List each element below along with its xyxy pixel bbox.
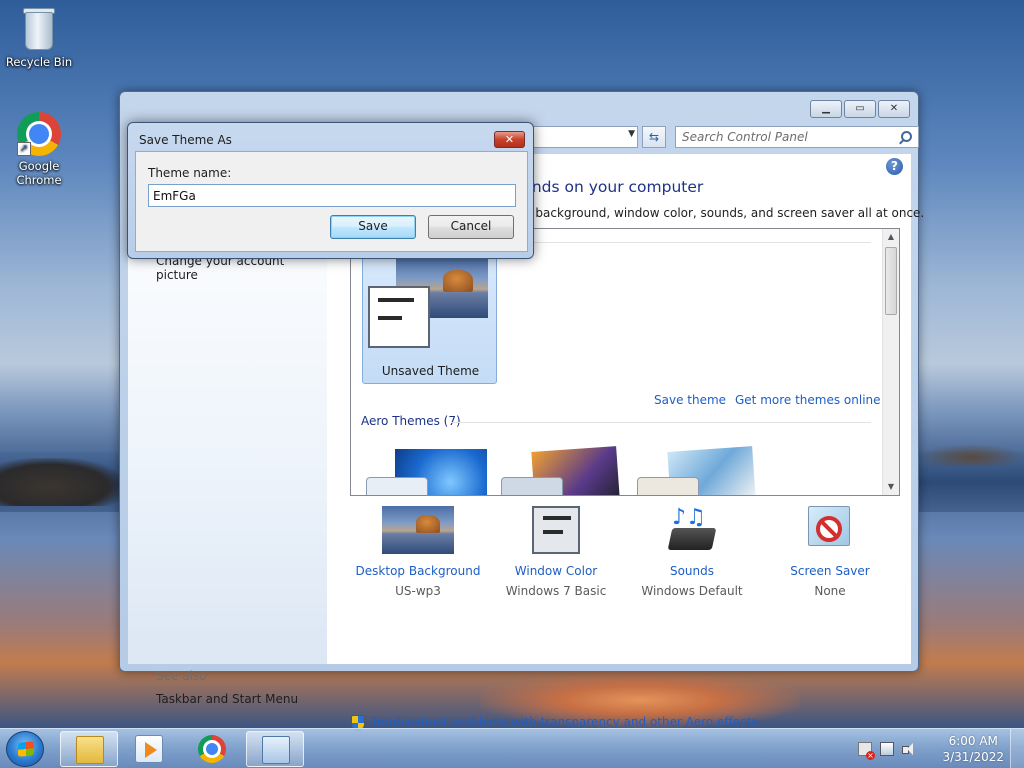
desktop-icon-google-chrome[interactable]: ➚ Google Chrome xyxy=(3,112,75,187)
scroll-up-icon[interactable]: ▲ xyxy=(883,229,899,245)
sounds-link[interactable]: Sounds xyxy=(622,564,762,578)
minimize-button[interactable]: ▁ xyxy=(810,100,842,118)
window-color-setting[interactable]: Window Color Windows 7 Basic xyxy=(486,506,626,598)
refresh-button[interactable]: ⇆ xyxy=(642,126,666,148)
start-button[interactable] xyxy=(6,731,44,767)
sounds-icon: ♪♫ xyxy=(666,506,718,558)
desktop-icon-label: Recycle Bin xyxy=(5,55,73,69)
cancel-button[interactable]: Cancel xyxy=(428,215,514,239)
aero-theme-windows7[interactable] xyxy=(366,449,491,495)
theme-list-scrollbar[interactable]: ▲ ▼ xyxy=(882,229,899,495)
windows-logo-icon xyxy=(18,741,34,757)
speaker-icon[interactable] xyxy=(902,742,916,756)
theme-name-input[interactable] xyxy=(148,184,516,207)
aero-theme-architecture[interactable] xyxy=(501,446,626,495)
search-input[interactable]: Search Control Panel xyxy=(675,126,919,148)
screen-saver-setting[interactable]: Screen Saver None xyxy=(760,506,900,598)
save-theme-dialog: Save Theme As ✕ Theme name: Save Cancel xyxy=(127,122,534,259)
dialog-body: Theme name: Save Cancel xyxy=(135,151,528,252)
unsaved-theme-tile[interactable]: Unsaved Theme xyxy=(362,249,497,384)
wallpaper-rocks-left xyxy=(0,458,125,506)
sounds-setting[interactable]: ♪♫ Sounds Windows Default xyxy=(622,506,762,599)
clock-date: 3/31/2022 xyxy=(942,750,1004,764)
action-center-flag-icon[interactable] xyxy=(858,742,875,760)
dialog-close-button[interactable]: ✕ xyxy=(494,131,525,148)
page-description: p background, window color, sounds, and … xyxy=(524,206,925,220)
folder-icon xyxy=(76,736,104,764)
aero-themes-group-label: Aero Themes (7) xyxy=(361,414,461,428)
rock-image xyxy=(443,270,473,292)
clock-time: 6:00 AM xyxy=(948,734,998,748)
control-panel-icon xyxy=(262,736,290,764)
scroll-thumb[interactable] xyxy=(885,247,897,315)
taskbar-start-menu-link[interactable]: Taskbar and Start Menu xyxy=(156,692,298,706)
save-theme-link[interactable]: Save theme xyxy=(654,393,726,407)
search-placeholder: Search Control Panel xyxy=(682,130,808,144)
window-color-value: Windows 7 Basic xyxy=(505,584,607,598)
system-tray: 6:00 AM 3/31/2022 xyxy=(854,729,1024,768)
screen-saver-icon xyxy=(806,506,854,558)
desktop-icon-label-2: Chrome xyxy=(16,173,62,187)
show-desktop-button[interactable] xyxy=(1010,729,1024,768)
desktop-background-setting[interactable]: Desktop Background US-wp3 xyxy=(348,506,488,598)
clock[interactable]: 6:00 AM 3/31/2022 xyxy=(942,733,1004,765)
get-more-themes-link[interactable]: Get more themes online xyxy=(735,393,881,407)
save-button[interactable]: Save xyxy=(330,215,416,239)
screen-saver-value: None xyxy=(814,584,846,598)
shortcut-arrow-icon: ➚ xyxy=(17,142,31,156)
taskbar-media-player[interactable] xyxy=(120,731,178,767)
theme-name-label: Theme name: xyxy=(148,166,232,180)
chrome-icon: ➚ xyxy=(17,112,61,156)
desktop-icon-label: Google xyxy=(18,159,60,173)
window-controls: ▁ ▭ ✕ xyxy=(810,100,910,118)
unsaved-theme-label: Unsaved Theme xyxy=(381,364,480,378)
sounds-value: Windows Default xyxy=(641,584,743,598)
theme-list[interactable]: Unsaved Theme Save theme Get more themes… xyxy=(350,228,900,496)
taskbar: 6:00 AM 3/31/2022 xyxy=(0,728,1024,768)
see-also-label: See also xyxy=(156,669,207,683)
search-icon[interactable] xyxy=(901,131,912,142)
scroll-down-icon[interactable]: ▼ xyxy=(883,479,899,495)
page-title: unds on your computer xyxy=(522,178,704,196)
media-player-icon xyxy=(135,735,163,763)
dialog-title: Save Theme As xyxy=(139,133,232,147)
network-icon[interactable] xyxy=(880,742,894,756)
desktop-icon-recycle-bin[interactable]: Recycle Bin xyxy=(3,6,75,69)
chrome-icon xyxy=(198,735,226,763)
maximize-button[interactable]: ▭ xyxy=(844,100,876,118)
taskbar-control-panel[interactable] xyxy=(246,731,304,767)
close-button[interactable]: ✕ xyxy=(878,100,910,118)
taskbar-chrome[interactable] xyxy=(183,731,241,767)
desktop-background-link[interactable]: Desktop Background xyxy=(348,564,488,578)
window-color-link[interactable]: Window Color xyxy=(486,564,626,578)
desktop-background-icon xyxy=(382,506,454,558)
aero-theme-characters[interactable] xyxy=(637,446,762,495)
taskbar-explorer[interactable] xyxy=(60,731,118,767)
recycle-bin-icon xyxy=(21,6,57,52)
screen-saver-link[interactable]: Screen Saver xyxy=(760,564,900,578)
wallpaper-rocks-right xyxy=(918,444,1024,466)
desktop-background-value: US-wp3 xyxy=(395,584,441,598)
troubleshoot-link[interactable]: Troubleshoot problems with transparency … xyxy=(371,715,758,729)
window-color-icon xyxy=(532,506,580,558)
chevron-down-icon[interactable]: ▼ xyxy=(628,129,635,139)
divider xyxy=(451,422,871,423)
window-color-preview xyxy=(368,286,430,348)
help-icon[interactable]: ? xyxy=(886,158,903,175)
